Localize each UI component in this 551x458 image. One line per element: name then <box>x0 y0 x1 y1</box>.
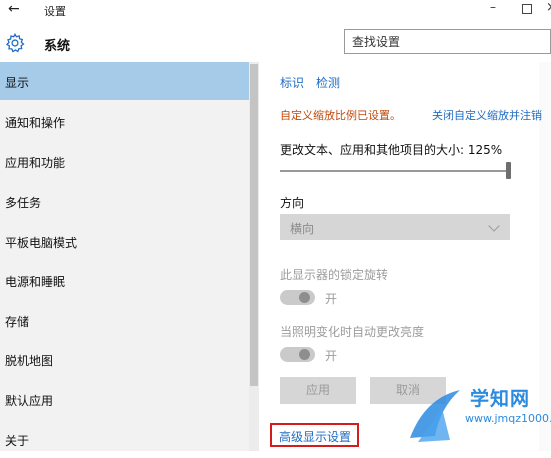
auto-brightness-state: 开 <box>325 349 338 363</box>
watermark-brand: 学知网 <box>470 388 531 410</box>
gear-icon <box>5 32 25 53</box>
orientation-select[interactable]: 横向 <box>280 214 510 240</box>
sidebar-item-power-sleep[interactable]: 电源和睡眠 <box>0 261 249 299</box>
display-tabs: 标识 检测 <box>280 74 352 91</box>
sidebar-item-label: 关于 <box>5 434 30 448</box>
sidebar-item-label: 存储 <box>5 315 30 329</box>
advanced-display-settings-link[interactable]: 高级显示设置 <box>279 428 351 445</box>
scale-label: 更改文本、应用和其他项目的大小: 125% <box>280 143 503 157</box>
sidebar-item-label: 默认应用 <box>5 394 54 408</box>
sidebar-scrollbar[interactable] <box>249 62 259 451</box>
warning-row: 自定义缩放比例已设置。 关闭自定义缩放并注销 <box>259 100 551 122</box>
auto-brightness-toggle[interactable] <box>280 347 315 362</box>
toggle-knob <box>299 349 310 360</box>
sidebar-item-label: 应用和功能 <box>5 156 66 170</box>
watermark-url: www.jmqz1000.com <box>465 412 551 425</box>
sidebar-item-offline-maps[interactable]: 脱机地图 <box>0 340 249 378</box>
scale-slider-thumb[interactable] <box>506 162 511 179</box>
sidebar-item-label: 脱机地图 <box>5 354 54 368</box>
sidebar-item-label: 多任务 <box>5 196 42 210</box>
sidebar-item-tablet-mode[interactable]: 平板电脑模式 <box>0 222 249 260</box>
sidebar-item-label: 电源和睡眠 <box>5 275 66 289</box>
sidebar-scrollbar-thumb[interactable] <box>250 64 258 386</box>
auto-brightness-label: 当照明变化时自动更改亮度 <box>280 325 425 339</box>
maximize-icon[interactable] <box>522 4 532 14</box>
toggle-knob <box>299 292 310 303</box>
sidebar-item-label: 通知和操作 <box>5 116 66 130</box>
search-box[interactable] <box>344 29 551 54</box>
back-arrow-icon[interactable]: ← <box>8 1 20 17</box>
orientation-value: 横向 <box>290 222 315 236</box>
identify-link[interactable]: 标识 <box>280 76 304 90</box>
sidebar-item-label: 显示 <box>5 76 30 90</box>
close-icon[interactable]: × <box>546 0 551 15</box>
minimize-icon[interactable]: – <box>490 0 496 14</box>
sidebar-item-display[interactable]: 显示 <box>0 62 249 100</box>
sidebar-item-multitasking[interactable]: 多任务 <box>0 182 249 220</box>
window-title: 设置 <box>44 5 66 18</box>
sidebar-item-about[interactable]: 关于 <box>0 420 249 458</box>
sidebar-item-storage[interactable]: 存储 <box>0 301 249 339</box>
sidebar-item-notifications[interactable]: 通知和操作 <box>0 102 249 140</box>
turn-off-custom-scale-link[interactable]: 关闭自定义缩放并注销 <box>432 107 542 122</box>
detect-link[interactable]: 检测 <box>316 76 340 90</box>
sidebar-item-apps[interactable]: 应用和功能 <box>0 142 249 180</box>
apply-button[interactable]: 应用 <box>280 377 356 404</box>
sidebar-item-default-apps[interactable]: 默认应用 <box>0 380 249 418</box>
sidebar-item-label: 平板电脑模式 <box>5 236 78 250</box>
search-input[interactable] <box>345 30 542 53</box>
sidebar: 显示 通知和操作 应用和功能 多任务 平板电脑模式 电源和睡眠 存储 脱机地图 … <box>0 62 249 451</box>
orientation-label: 方向 <box>280 196 305 210</box>
custom-scale-warning: 自定义缩放比例已设置。 <box>280 109 401 122</box>
rotation-lock-toggle[interactable] <box>280 290 315 305</box>
rotation-lock-label: 此显示器的锁定旋转 <box>280 268 389 282</box>
scale-slider-track[interactable] <box>280 170 510 172</box>
page-title: 系统 <box>44 39 71 54</box>
rotation-lock-state: 开 <box>325 292 338 306</box>
title-bar: ← 设置 – × <box>0 0 551 22</box>
chevron-down-icon <box>488 220 500 232</box>
